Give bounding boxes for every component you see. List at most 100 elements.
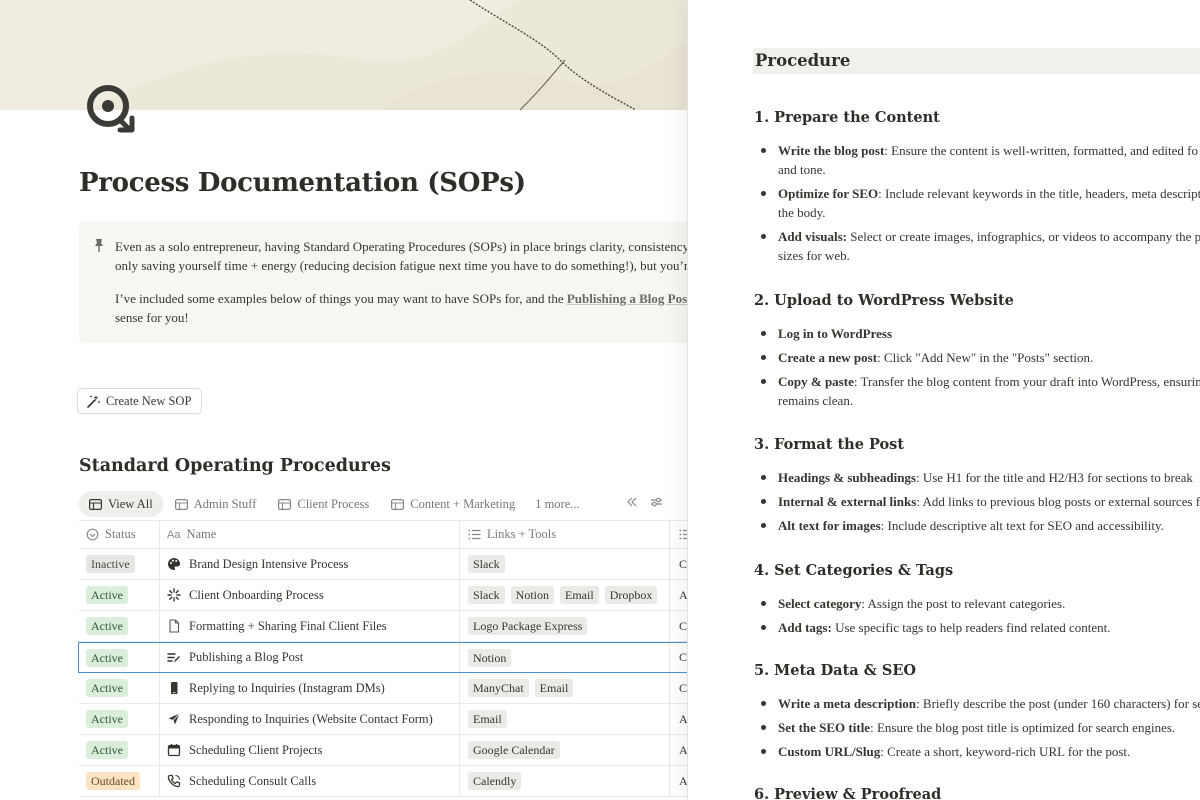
status-column-header[interactable]: Status <box>79 521 159 548</box>
collapse-left-icon[interactable] <box>626 496 638 508</box>
extra-cell[interactable]: A <box>669 735 688 765</box>
procedure-bullet[interactable]: Log in to WordPress <box>761 324 892 343</box>
name-cell[interactable]: Replying to Inquiries (Instagram DMs) <box>159 673 459 703</box>
links-cell[interactable]: Google Calendar <box>459 735 669 765</box>
extra-cell[interactable]: A <box>669 580 688 610</box>
links-cell[interactable]: Email <box>459 704 669 734</box>
view-tab-admin-stuff[interactable]: Admin Stuff <box>165 491 267 517</box>
settings-sliders-icon[interactable] <box>650 496 663 508</box>
extra-cell[interactable]: C <box>669 549 688 579</box>
name-cell[interactable]: Responding to Inquiries (Website Contact… <box>159 704 459 734</box>
page-title[interactable]: Process Documentation (SOPs) <box>79 168 526 198</box>
database-title[interactable]: Standard Operating Procedures <box>79 456 391 476</box>
procedure-bullet[interactable]: Alt text for images: Include descriptive… <box>761 516 1164 535</box>
procedure-step-heading[interactable]: 6. Preview & Proofread <box>754 786 941 800</box>
name-cell[interactable]: Scheduling Client Projects <box>159 735 459 765</box>
publishing-blog-post-link[interactable]: Publishing a Blog Post <box>567 291 688 306</box>
extra-cell[interactable]: A <box>669 766 688 796</box>
procedure-bullet[interactable]: Copy & paste: Transfer the blog content … <box>761 372 1200 391</box>
name-cell[interactable]: Client Onboarding Process <box>159 580 459 610</box>
links-cell[interactable]: Slack <box>459 549 669 579</box>
procedure-heading[interactable]: Procedure <box>753 48 1200 74</box>
view-tab-content-marketing[interactable]: Content + Marketing <box>381 491 525 517</box>
extra-cell-text: A <box>679 587 688 602</box>
bullet-dot <box>761 354 766 360</box>
bullet-bold-text: Alt text for images <box>778 518 881 533</box>
status-cell[interactable]: Active <box>79 704 159 734</box>
links-column-header[interactable]: Links + Tools <box>459 521 669 548</box>
procedure-step-heading[interactable]: 2. Upload to WordPress Website <box>754 292 1014 309</box>
status-cell[interactable]: Active <box>79 580 159 610</box>
procedure-bullet[interactable]: Set the SEO title: Ensure the blog post … <box>761 718 1175 737</box>
bullet-dot <box>761 378 766 384</box>
bullet-bold-text: Add tags: <box>778 620 832 635</box>
procedure-bullet[interactable]: Create a new post: Click "Add New" in th… <box>761 348 1093 367</box>
info-callout: Even as a solo entrepreneur, having Stan… <box>79 221 688 343</box>
extra-cell[interactable]: C <box>669 673 688 703</box>
procedure-bullet[interactable]: Custom URL/Slug: Create a short, keyword… <box>761 742 1130 761</box>
procedure-bullet[interactable]: Internal & external links: Add links to … <box>761 492 1200 511</box>
table-row[interactable]: Active Client Onboarding Process Slack Noti… <box>79 580 688 611</box>
palette-icon <box>167 557 181 571</box>
extra-cell[interactable]: A <box>669 704 688 734</box>
table-row[interactable]: Active Replying to Inquiries (Instagram D… <box>79 673 688 704</box>
procedure-step-heading[interactable]: 4. Set Categories & Tags <box>754 562 953 579</box>
extra-cell[interactable]: C <box>669 643 688 672</box>
status-cell[interactable]: Active <box>79 673 159 703</box>
procedure-bullet[interactable]: Write the blog post: Ensure the content … <box>761 141 1198 160</box>
bullet-text: : Use H1 for the title and H2/H3 for sec… <box>916 470 1193 485</box>
bullet-bold-text: Select category <box>778 596 862 611</box>
procedure-step-heading[interactable]: 1. Prepare the Content <box>754 109 940 126</box>
table-row[interactable]: Outdated Scheduling Consult Calls Calendly… <box>79 766 688 797</box>
sop-name: Formatting + Sharing Final Client Files <box>189 618 387 633</box>
status-cell[interactable]: Inactive <box>79 549 159 579</box>
links-header-label: Links + Tools <box>487 527 557 541</box>
procedure-bullet[interactable]: Add tags: Use specific tags to help read… <box>761 618 1111 637</box>
procedure-step-heading[interactable]: 5. Meta Data & SEO <box>754 662 916 679</box>
tool-tag: Slack <box>468 586 505 604</box>
status-badge: Active <box>86 679 128 697</box>
name-cell[interactable]: Brand Design Intensive Process <box>159 549 459 579</box>
table-row[interactable]: Active Formatting + Sharing Final Client … <box>79 611 688 642</box>
status-cell[interactable]: Active <box>79 735 159 765</box>
name-cell[interactable]: Scheduling Consult Calls <box>159 766 459 796</box>
name-column-header[interactable]: Aa Name <box>159 521 459 548</box>
procedure-bullet[interactable]: Add visuals: Select or create images, in… <box>761 227 1200 246</box>
table-row[interactable]: Active Responding to Inquiries (Website C… <box>79 704 688 735</box>
page-icon-refresh[interactable] <box>84 82 138 140</box>
extra-cell-text: C <box>679 650 688 664</box>
bullet-text: : Click "Add New" in the "Posts" section… <box>877 350 1094 365</box>
tool-tag: Dropbox <box>604 586 658 604</box>
extra-cell[interactable]: C <box>669 611 688 641</box>
name-cell[interactable]: Publishing a Blog Post <box>159 643 459 672</box>
status-cell[interactable]: Outdated <box>79 766 159 796</box>
links-cell[interactable]: Calendly <box>459 766 669 796</box>
procedure-bullet[interactable]: Select category: Assign the post to rele… <box>761 594 1065 613</box>
table-row[interactable]: Inactive Brand Design Intensive Process Sl… <box>79 549 688 580</box>
sop-name: Brand Design Intensive Process <box>189 556 349 571</box>
procedure-bullet[interactable]: Optimize for SEO: Include relevant keywo… <box>761 184 1200 203</box>
links-cell[interactable]: ManyChat Email <box>459 673 669 703</box>
status-cell[interactable]: Active <box>79 611 159 641</box>
extra-column-header[interactable] <box>669 521 688 548</box>
table-row[interactable]: Active Publishing a Blog Post Notion C <box>78 642 688 673</box>
text-property-icon: Aa <box>167 528 181 541</box>
links-cell[interactable]: Notion <box>459 643 669 672</box>
procedure-bullet[interactable]: Write a meta description: Briefly descri… <box>761 694 1200 713</box>
links-cell[interactable]: Logo Package Express <box>459 611 669 641</box>
status-cell[interactable]: Active <box>79 643 159 672</box>
links-cell[interactable]: Slack Notion Email Dropbox <box>459 580 669 610</box>
callout-line: I’ve included some examples below of thi… <box>115 291 567 306</box>
table-row[interactable]: Active Scheduling Client Projects Google C… <box>79 735 688 766</box>
more-views-button[interactable]: 1 more... <box>527 491 589 517</box>
bullet-text: : Ensure the blog post title is optimize… <box>870 720 1176 735</box>
procedure-bullet[interactable]: Headings & subheadings: Use H1 for the t… <box>761 468 1193 487</box>
view-tab-view-all[interactable]: View All <box>79 491 163 517</box>
create-new-sop-button[interactable]: Create New SOP <box>77 388 203 414</box>
procedure-step-heading[interactable]: 3. Format the Post <box>754 436 904 453</box>
view-tab-client-process[interactable]: Client Process <box>268 491 379 517</box>
extra-cell-text: C <box>679 556 688 571</box>
name-cell[interactable]: Formatting + Sharing Final Client Files <box>159 611 459 641</box>
sop-name: Responding to Inquiries (Website Contact… <box>189 711 433 726</box>
status-badge: Active <box>86 586 128 604</box>
